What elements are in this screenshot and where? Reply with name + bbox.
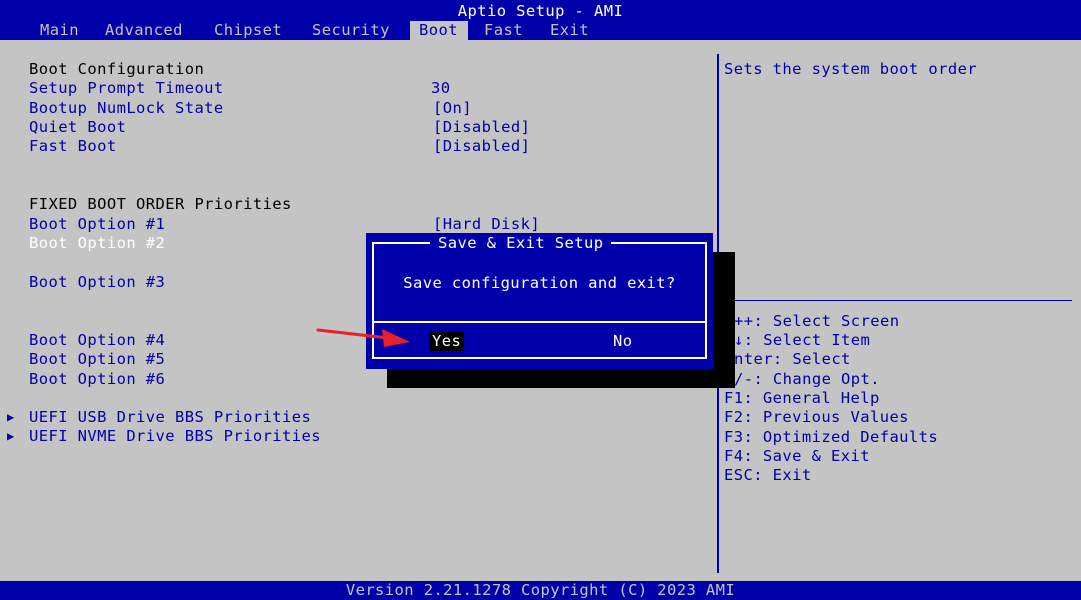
tab-boot[interactable]: Boot (410, 21, 468, 40)
dialog-frame (372, 242, 707, 359)
section-header-fixed-boot-order: FIXED BOOT ORDER Priorities (29, 195, 292, 213)
dialog-message: Save configuration and exit? (403, 274, 676, 292)
section-header-boot-configuration: Boot Configuration (29, 60, 205, 78)
save-exit-dialog: Save & Exit Setup Save configuration and… (366, 233, 713, 369)
no-button[interactable]: No (613, 332, 632, 351)
boot-option-6-label[interactable]: Boot Option #6 (29, 370, 165, 389)
status-bar: Version 2.21.1278 Copyright (C) 2023 AMI (345, 581, 736, 599)
tab-main[interactable]: Main (37, 21, 82, 40)
help-key-enter-select: nter: Select (734, 350, 851, 368)
app-title: Aptio Setup - AMI (457, 2, 624, 20)
help-key-f4: F4: Save & Exit (724, 447, 870, 465)
title-bar: Aptio Setup - AMI (0, 0, 1081, 21)
setup-prompt-timeout-value[interactable]: 30 (431, 79, 450, 98)
help-key-select-screen: ++: Select Screen (734, 312, 900, 330)
quiet-boot-value[interactable]: [Disabled] (433, 118, 530, 137)
help-key-f3: F3: Optimized Defaults (724, 428, 939, 446)
submenu-arrow-icon: ▶ (7, 429, 15, 443)
boot-option-1-value[interactable]: [Hard Disk] (433, 215, 540, 234)
help-key-f1: F1: General Help (724, 389, 880, 407)
fast-boot-label[interactable]: Fast Boot (29, 137, 117, 156)
help-key-esc: ESC: Exit (724, 466, 812, 484)
boot-option-5-label[interactable]: Boot Option #5 (29, 350, 165, 369)
boot-option-1-label[interactable]: Boot Option #1 (29, 215, 165, 234)
setup-prompt-timeout-label[interactable]: Setup Prompt Timeout (29, 79, 224, 98)
fast-boot-value[interactable]: [Disabled] (433, 137, 530, 156)
tab-fast[interactable]: Fast (481, 21, 526, 40)
help-key-select-item: ↓: Select Item (734, 331, 871, 349)
boot-option-3-label[interactable]: Boot Option #3 (29, 273, 165, 292)
menu-bar: Main Advanced Chipset Security Boot Fast… (0, 21, 1081, 40)
help-description: Sets the system boot order (724, 60, 978, 78)
annotation-arrow-icon (316, 328, 410, 347)
quiet-boot-label[interactable]: Quiet Boot (29, 118, 126, 137)
boot-option-2-label[interactable]: Boot Option #2 (29, 234, 165, 253)
submenu-arrow-icon: ▶ (7, 410, 15, 424)
yes-button[interactable]: Yes (429, 332, 465, 351)
dialog-separator (372, 321, 707, 323)
help-key-change-opt: /-: Change Opt. (734, 370, 880, 388)
bootup-numlock-label[interactable]: Bootup NumLock State (29, 99, 224, 118)
bootup-numlock-value[interactable]: [On] (433, 99, 472, 118)
dialog-title: Save & Exit Setup (430, 234, 612, 253)
help-key-f2: F2: Previous Values (724, 408, 909, 426)
boot-option-4-label[interactable]: Boot Option #4 (29, 331, 165, 350)
uefi-nvme-priorities-label[interactable]: UEFI NVME Drive BBS Priorities (29, 427, 321, 446)
help-separator (719, 300, 1072, 301)
tab-advanced[interactable]: Advanced (102, 21, 186, 40)
uefi-usb-priorities-label[interactable]: UEFI USB Drive BBS Priorities (29, 408, 311, 427)
tab-chipset[interactable]: Chipset (211, 21, 285, 40)
tab-exit[interactable]: Exit (547, 21, 592, 40)
tab-security[interactable]: Security (309, 21, 393, 40)
